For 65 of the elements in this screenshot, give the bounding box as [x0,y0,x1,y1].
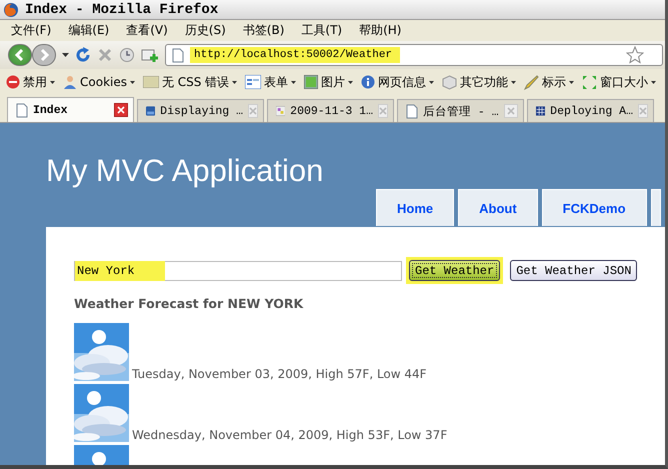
browser-tab[interactable]: Displaying … [137,99,264,122]
page-icon [172,48,184,62]
image-icon [304,75,318,89]
close-icon[interactable] [114,103,128,117]
nav-tab[interactable]: About [458,189,538,226]
submit-button[interactable]: Get Weather JSON [510,260,638,281]
toolbar-menu[interactable]: Cookies [63,75,135,89]
browser-tab[interactable]: 后台管理 - … [397,99,524,122]
add-page-icon[interactable] [141,47,159,63]
browser-tab[interactable]: Deploying A… [527,99,654,122]
caret-icon [348,80,354,84]
stop-icon[interactable] [97,47,113,63]
caret-icon [130,80,135,84]
menu-item[interactable]: 历史(S) [184,22,226,39]
image-icon [276,103,286,119]
nav-tab[interactable]: Home [376,189,454,226]
forecast-heading: Weather Forecast for NEW YORK [74,296,304,311]
toolbar-menu[interactable]: 标示 [524,74,574,90]
pen-icon [524,74,540,90]
nav-tab[interactable] [650,189,661,226]
window-title: Index - Mozilla Firefox [25,2,218,18]
toolbar-menu[interactable]: 无 CSS 错误 [142,74,238,90]
browser-tab[interactable]: 2009-11-3 1… [267,99,394,122]
dropdown-icon[interactable] [62,53,69,57]
toolbar-menu[interactable]: 表单 [245,74,296,90]
reload-icon[interactable] [75,47,91,63]
menu-item[interactable]: 查看(V) [126,22,168,39]
person-icon [63,75,77,89]
cube-icon [442,74,458,90]
caret-icon [651,80,656,84]
info-icon [361,75,376,89]
back-button[interactable] [8,44,32,66]
toolbar-menu[interactable]: 窗口大小 [582,74,656,90]
toolbar-menu[interactable]: 图片 [304,74,354,90]
caret-icon [511,80,516,84]
browser-tab[interactable]: Index [7,97,134,122]
forward-button[interactable] [32,44,56,66]
caret-icon [429,80,434,84]
nav-tab[interactable]: FCKDemo [542,189,647,226]
forecast-text: Wednesday, November 04, 2009, High 53F, Low 37F [132,428,448,442]
page-icon [406,104,418,118]
caret-icon [569,80,574,84]
toolbar-menu[interactable]: 网页信息 [361,74,434,90]
firefox-icon [3,2,19,18]
menu-item[interactable]: 编辑(E) [68,22,110,39]
page-icon [16,102,28,118]
menu-item[interactable]: 文件(F) [11,22,52,39]
toolbar-menu[interactable]: 禁用 [6,74,55,90]
resize-icon [582,74,598,90]
address-field[interactable]: http://localhost:50002/Weather [165,44,663,66]
menu-item[interactable]: 工具(T) [301,22,342,39]
menu-item[interactable]: 帮助(H) [359,22,402,39]
menu-item[interactable]: 书签(B) [242,22,284,39]
toolbar-menu[interactable]: 其它功能 [442,74,516,90]
city-field[interactable]: New York [74,260,402,280]
history-icon[interactable] [119,47,135,63]
form-icon [245,75,262,89]
forecast-text: Tuesday, November 03, 2009, High 57F, Low 44F [132,367,427,381]
star-icon[interactable] [626,46,644,64]
block-icon [6,75,20,89]
site-title: My MVC Application [46,152,324,189]
caret-icon [232,80,238,84]
submit-button[interactable]: Get Weather [409,260,500,281]
caret-icon [50,80,55,84]
caret-icon [291,80,296,84]
